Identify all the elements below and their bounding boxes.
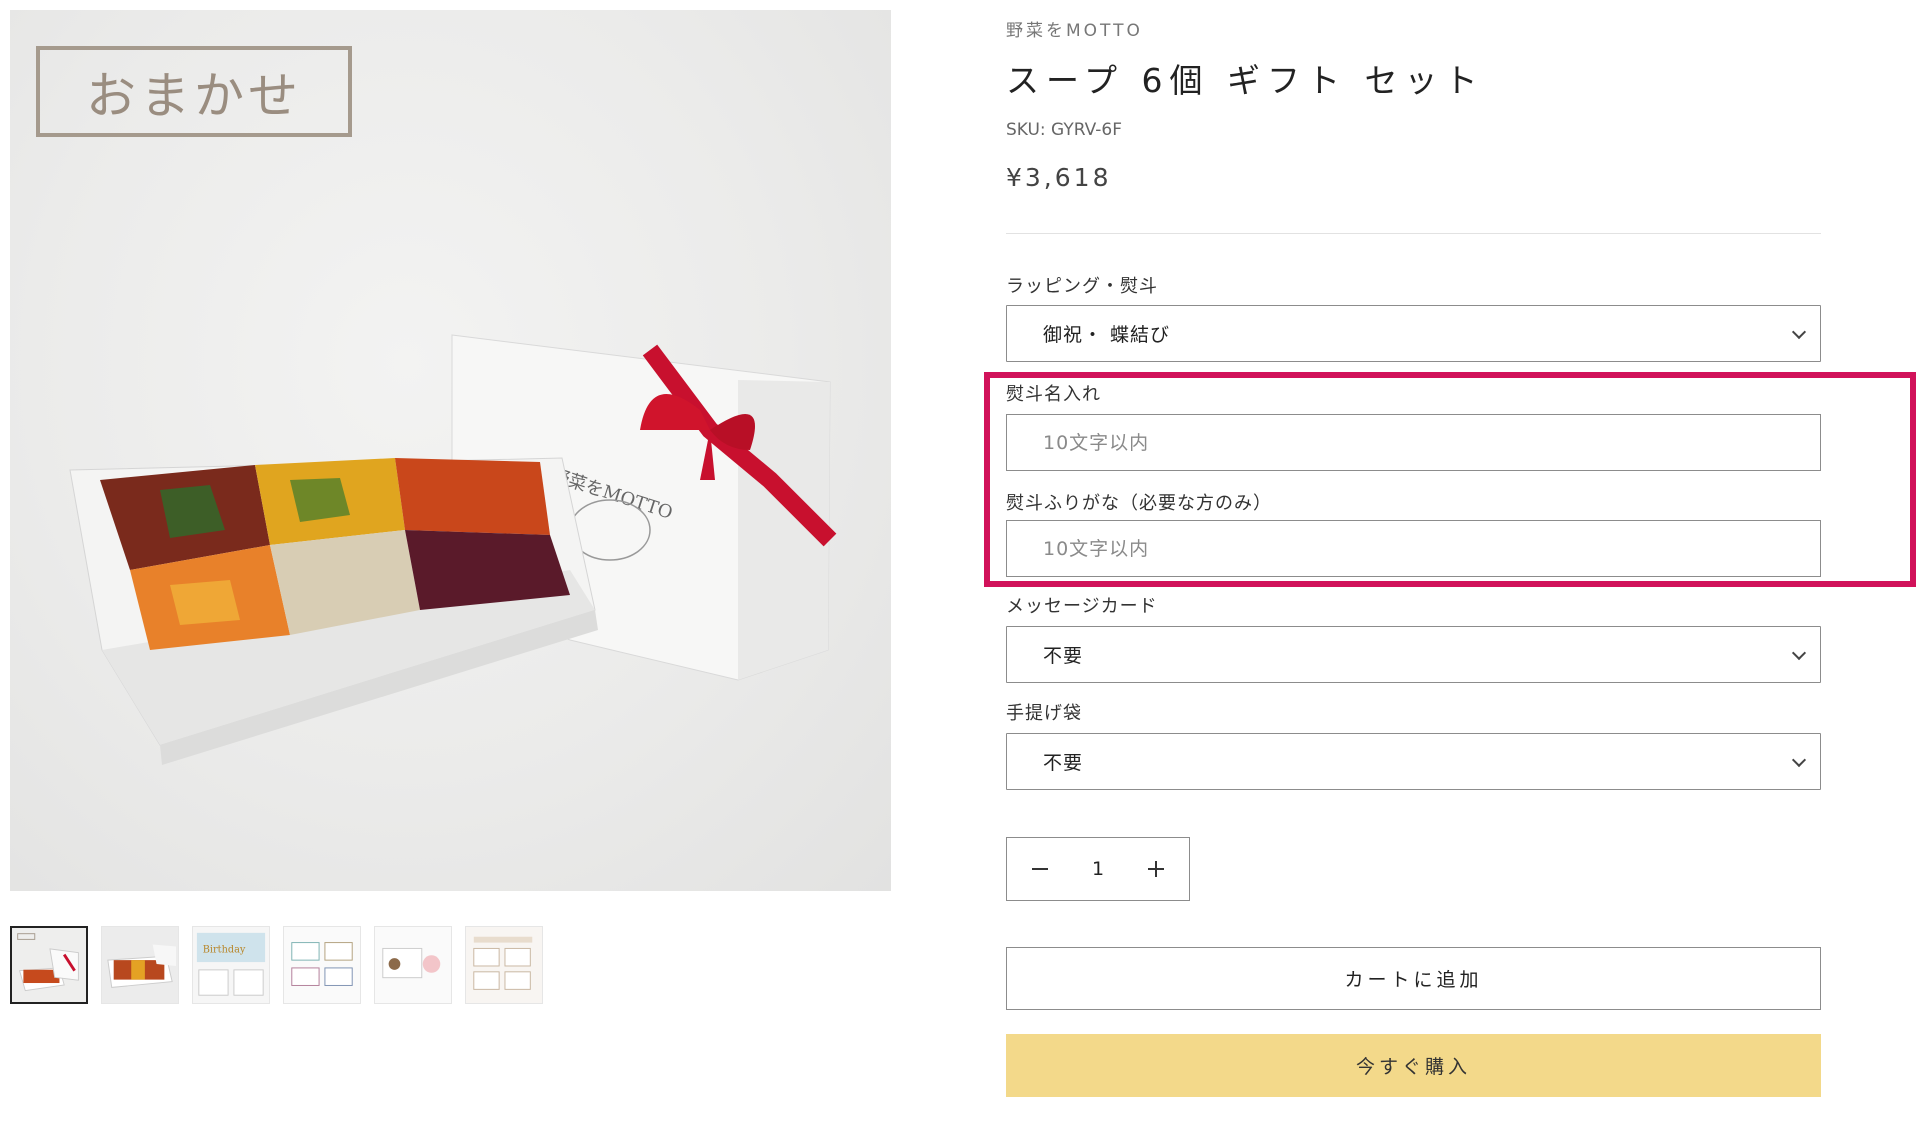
message-card-select[interactable]: 不要 — [1006, 626, 1821, 683]
wrapping-select[interactable]: 御祝・ 蝶結び — [1006, 305, 1821, 362]
noshi-furigana-label: 熨斗ふりがな（必要な方のみ） — [1006, 493, 1272, 514]
thumb-open-box[interactable] — [101, 926, 179, 1004]
vendor-name[interactable]: 野菜をMOTTO — [1006, 16, 1143, 41]
thumb-message-cards[interactable] — [283, 926, 361, 1004]
product-sku: SKU: GYRV-6F — [1006, 120, 1123, 140]
divider — [1006, 233, 1821, 234]
plus-icon — [1148, 861, 1164, 877]
thumb-birthday-card[interactable]: Birthday — [192, 926, 270, 1004]
increase-quantity-button[interactable] — [1141, 854, 1171, 884]
gift-box-illustration: 野菜をMOTTO — [69, 334, 837, 765]
thumb-gift-box[interactable] — [10, 926, 88, 1004]
product-title: スープ 6個 ギフト セット — [1006, 61, 1485, 100]
minus-icon — [1032, 868, 1048, 870]
thumbnail-strip: Birthday — [10, 926, 543, 1004]
chevron-down-icon — [1791, 752, 1807, 767]
add-to-cart-button[interactable]: カートに追加 — [1006, 947, 1821, 1010]
message-card-select-value: 不要 — [1043, 645, 1084, 667]
product-price: ¥3,618 — [1006, 163, 1112, 192]
decrease-quantity-button[interactable] — [1025, 854, 1055, 884]
buy-now-button[interactable]: 今すぐ購入 — [1006, 1034, 1821, 1097]
noshi-name-label: 熨斗名入れ — [1006, 384, 1101, 405]
chevron-down-icon — [1791, 645, 1807, 660]
svg-text:Birthday: Birthday — [203, 944, 246, 955]
handbag-label: 手提げ袋 — [1006, 703, 1082, 724]
noshi-furigana-input[interactable] — [1006, 520, 1821, 577]
omakase-badge: おまかせ — [36, 46, 352, 137]
noshi-name-input[interactable] — [1006, 414, 1821, 471]
chevron-down-icon — [1791, 324, 1807, 339]
quantity-stepper: 1 — [1006, 837, 1190, 901]
thumb-noshi-cards[interactable] — [465, 926, 543, 1004]
quantity-value[interactable]: 1 — [1092, 858, 1104, 880]
product-page: 野菜をMOTTO おまかせ Birthday 野菜をMOTTO スープ 6個 ギ… — [0, 0, 1920, 1132]
product-main-image[interactable]: 野菜をMOTTO おまかせ — [10, 10, 891, 891]
wrapping-select-value: 御祝・ 蝶結び — [1043, 324, 1171, 346]
thumb-original-message-card[interactable] — [374, 926, 452, 1004]
wrapping-label: ラッピング・熨斗 — [1006, 276, 1158, 297]
handbag-select[interactable]: 不要 — [1006, 733, 1821, 790]
message-card-label: メッセージカード — [1006, 596, 1158, 617]
handbag-select-value: 不要 — [1043, 752, 1084, 774]
